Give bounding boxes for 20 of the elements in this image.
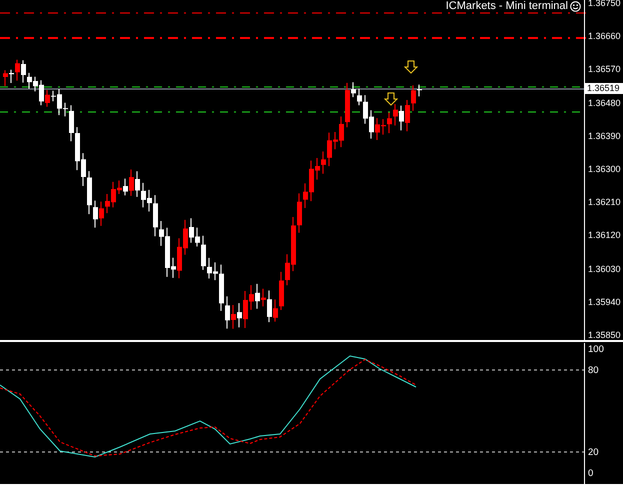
price-axis-label: 1.36030: [588, 264, 621, 275]
down-arrow-icon: [404, 60, 418, 74]
price-axis-label: 1.36120: [588, 230, 621, 242]
price-axis-label: 1.36480: [588, 98, 621, 109]
price-axis-label: 1.36570: [588, 64, 621, 76]
chart-title: ICMarkets - Mini terminal: [446, 0, 568, 13]
smiley-icon: [570, 1, 581, 12]
current-price-label: 1.36519: [585, 83, 623, 94]
price-axis-label: 1.36210: [588, 197, 621, 208]
indicator-axis-label: 0: [588, 468, 594, 479]
indicator-axis-label: 100: [588, 344, 604, 355]
down-arrow-icon: [384, 92, 398, 106]
price-axis-label: 1.35850: [588, 330, 621, 341]
price-axis-label: 1.36390: [588, 130, 621, 142]
price-axis-label: 1.35940: [588, 296, 621, 308]
indicator-axis-label: 80: [588, 365, 599, 376]
indicator-axis-label: 20: [588, 447, 599, 458]
price-axis-label: 1.36750: [588, 0, 621, 9]
price-axis-label: 1.36660: [588, 31, 621, 42]
price-axis-label: 1.36300: [588, 164, 621, 175]
